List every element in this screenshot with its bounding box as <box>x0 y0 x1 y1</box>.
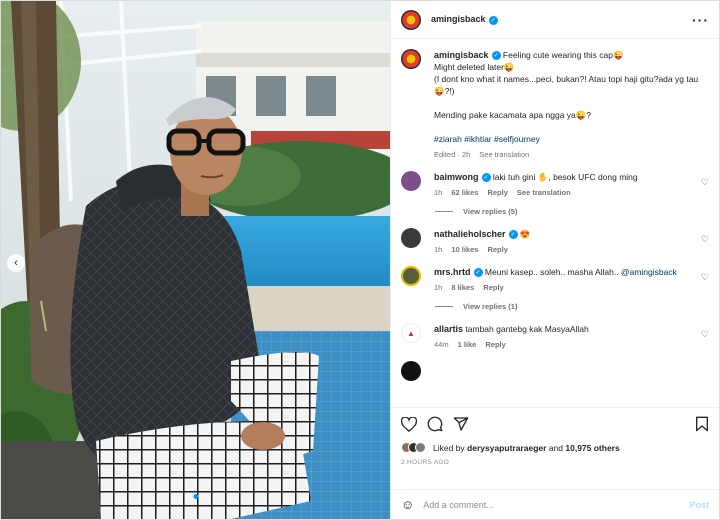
post-timestamp[interactable]: 2 HOURS AGO <box>401 459 709 466</box>
commenter-username[interactable]: baimwong <box>434 172 479 182</box>
comment-text: 😍 <box>519 229 531 239</box>
liked-by-and: and <box>548 442 563 453</box>
add-comment-bar: ☺ Post <box>391 489 719 519</box>
commenter-avatar[interactable] <box>401 361 421 381</box>
view-replies-label: View replies (5) <box>463 207 518 216</box>
reply-button[interactable]: Reply <box>483 282 503 294</box>
liker-avatar <box>415 442 426 453</box>
likes-summary: Liked by derysyaputraraeger and 10,975 o… <box>401 442 709 453</box>
comment-text: tambah gantebg kak MasyaAllah <box>465 324 589 334</box>
emoji-icon[interactable]: ☺ <box>401 497 414 512</box>
comment-item: ▲ allartis tambah gantebg kak MasyaAllah… <box>401 323 709 351</box>
comment-text: Meuni kasep.. soleh.. masha Allah.. <box>484 267 619 277</box>
verified-badge-icon: ✓ <box>473 268 483 278</box>
liker-avatars <box>401 442 426 453</box>
carousel-dot-active <box>193 494 198 499</box>
comment-icon[interactable] <box>427 416 443 432</box>
previous-photo-button[interactable]: ‹ <box>7 254 25 272</box>
heart-icon[interactable]: ♡ <box>699 177 709 199</box>
post-comment-button[interactable]: Post <box>689 500 709 510</box>
commenter-avatar[interactable] <box>401 266 421 286</box>
share-send-icon[interactable] <box>453 416 469 432</box>
caption-line-2: Might deleted later😜 <box>434 62 515 72</box>
instagram-post-modal: ‹ amingisback ✓ ··· amingisback ✓ Feelin… <box>0 0 720 520</box>
author-avatar[interactable] <box>401 9 421 30</box>
commenter-avatar[interactable] <box>401 171 421 191</box>
comments-list[interactable]: amingisback ✓ Feeling cute wearing this c… <box>391 39 719 407</box>
post-photo[interactable]: ‹ <box>1 1 390 519</box>
chevron-left-icon: ‹ <box>14 257 18 269</box>
reply-button[interactable]: Reply <box>485 339 505 351</box>
more-horizontal-icon[interactable]: ··· <box>692 12 709 28</box>
author-block: amingisback ✓ <box>431 14 498 25</box>
comment-item: nathalieholscher ✓ 😍 1h 10 likes Reply ♡ <box>401 228 709 256</box>
comment-text: laki tuh gini ✋, besok UFC dong ming <box>492 172 638 182</box>
heart-icon[interactable]: ♡ <box>699 329 709 351</box>
comment-likes[interactable]: 1 like <box>458 339 477 351</box>
view-replies-button[interactable]: View replies (1) <box>435 302 709 311</box>
comment-item: mrs.hrtd ✓ Meuni kasep.. soleh.. masha Al… <box>401 266 709 294</box>
verified-badge-icon: ✓ <box>491 51 501 61</box>
reply-button[interactable]: Reply <box>487 244 507 256</box>
save-bookmark-icon[interactable] <box>695 416 709 432</box>
verified-badge-icon: ✓ <box>508 230 518 240</box>
commenter-username[interactable]: mrs.hrtd <box>434 267 471 277</box>
post-actions: Liked by derysyaputraraeger and 10,975 o… <box>391 407 719 489</box>
comment-likes[interactable]: 8 likes <box>451 282 474 294</box>
verified-badge-icon: ✓ <box>488 15 498 25</box>
comment-time: 44m <box>434 340 449 349</box>
caption-line-3: (I dont kno what it names...peci, bukan?… <box>434 74 699 96</box>
view-replies-button[interactable]: View replies (5) <box>435 207 709 216</box>
heart-icon[interactable]: ♡ <box>699 234 709 256</box>
liked-by-user[interactable]: derysyaputraraeger <box>467 443 546 453</box>
post-sidebar: amingisback ✓ ··· amingisback ✓ Feeling cu… <box>390 1 719 519</box>
liked-by-count[interactable]: 10,975 others <box>565 443 619 453</box>
verified-badge-icon: ✓ <box>481 173 491 183</box>
carousel-dot <box>202 494 207 499</box>
reply-button[interactable]: Reply <box>487 187 507 199</box>
caption-username[interactable]: amingisback <box>434 50 489 60</box>
caption-hashtags[interactable]: #ziarah #ikhtiar #selfjourney <box>434 133 709 145</box>
commenter-username[interactable]: nathalieholscher <box>434 229 506 239</box>
liked-by-prefix: Liked by <box>433 442 465 453</box>
caption-line-4: Mending pake kacamata apa ngga ya😜? <box>434 110 592 120</box>
heart-icon[interactable]: ♡ <box>699 272 709 294</box>
comment-likes[interactable]: 62 likes <box>451 187 478 199</box>
post-header: amingisback ✓ ··· <box>391 1 719 39</box>
comment-item-partial <box>401 361 709 381</box>
author-username[interactable]: amingisback <box>431 14 486 24</box>
carousel-dot <box>184 494 189 499</box>
comment-time: 1h <box>434 283 443 292</box>
see-translation-link[interactable]: See translation <box>517 187 571 199</box>
divider <box>435 211 453 212</box>
like-heart-icon[interactable] <box>401 416 417 432</box>
commenter-avatar[interactable] <box>401 228 421 248</box>
see-translation-link[interactable]: See translation <box>479 149 529 161</box>
caption-avatar[interactable] <box>401 49 421 69</box>
caption-edited-time: Edited · 2h <box>434 150 471 159</box>
carousel-indicator <box>184 494 207 499</box>
comment-likes[interactable]: 10 likes <box>451 244 478 256</box>
comment-mention[interactable]: @amingisback <box>621 267 677 277</box>
commenter-avatar[interactable]: ▲ <box>401 323 421 343</box>
photo-illustration <box>1 1 390 519</box>
comment-item: baimwong ✓ laki tuh gini ✋, besok UFC don… <box>401 171 709 199</box>
comment-time: 1h <box>434 245 443 254</box>
divider <box>435 306 453 307</box>
view-replies-label: View replies (1) <box>463 302 518 311</box>
caption: amingisback ✓ Feeling cute wearing this c… <box>401 49 709 161</box>
commenter-username[interactable]: allartis <box>434 324 463 334</box>
comment-time: 1h <box>434 188 443 197</box>
comment-input[interactable] <box>423 499 690 510</box>
caption-line-1: Feeling cute wearing this cap😜 <box>502 50 624 60</box>
